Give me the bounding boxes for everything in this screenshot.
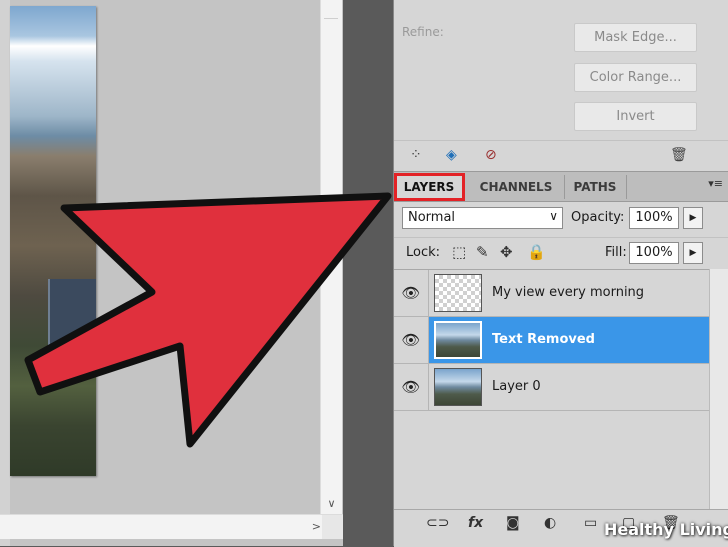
fill-slider-button[interactable]: ▶ bbox=[683, 242, 703, 264]
opacity-slider-button[interactable]: ▶ bbox=[683, 207, 703, 229]
lock-transparency-icon[interactable]: ⬚ bbox=[452, 243, 466, 261]
layer-row[interactable]: 👁 Layer 0 bbox=[394, 364, 709, 411]
masks-footer: ⁘ ◈ ⊘ 🗑 bbox=[394, 140, 728, 172]
eye-icon[interactable]: 👁 bbox=[394, 270, 429, 316]
disable-mask-icon[interactable]: ⊘ bbox=[485, 147, 497, 163]
layer-list-scrollbar[interactable] bbox=[709, 269, 728, 509]
lock-pixels-icon[interactable]: ✎ bbox=[476, 243, 489, 261]
watermark-logo: Healthy Living bbox=[604, 520, 728, 539]
lock-all-icon[interactable]: 🔒 bbox=[527, 243, 546, 261]
blend-mode-select[interactable]: Normal ∨ bbox=[402, 207, 563, 229]
lock-label: Lock: bbox=[406, 245, 441, 260]
layer-thumbnail bbox=[434, 321, 482, 359]
tab-paths[interactable]: PATHS bbox=[564, 175, 627, 199]
apply-mask-icon[interactable]: ◈ bbox=[446, 147, 457, 163]
horizontal-scrollbar[interactable]: > bbox=[0, 514, 343, 539]
canvas-area[interactable]: ∨ > bbox=[0, 0, 343, 546]
layer-name: Text Removed bbox=[492, 332, 595, 347]
fx-icon[interactable]: fx bbox=[468, 515, 483, 531]
eye-icon[interactable]: 👁 bbox=[394, 317, 429, 363]
link-icon[interactable]: ⊂⊃ bbox=[426, 515, 449, 531]
refine-label: Refine: bbox=[402, 25, 444, 39]
document-edge bbox=[0, 0, 10, 546]
opacity-label: Opacity: bbox=[571, 210, 625, 225]
building bbox=[48, 279, 96, 349]
lock-position-icon[interactable]: ✥ bbox=[500, 243, 513, 261]
layer-row[interactable]: 👁 My view every morning bbox=[394, 270, 709, 317]
scroll-down-icon[interactable]: ∨ bbox=[321, 497, 342, 510]
layer-name: My view every morning bbox=[492, 285, 645, 300]
eye-icon[interactable]: 👁 bbox=[394, 364, 429, 410]
tab-layers[interactable]: LAYERS bbox=[394, 173, 465, 201]
layer-thumbnail bbox=[434, 274, 482, 312]
chevron-down-icon: ∨ bbox=[549, 209, 558, 223]
blend-mode-value: Normal bbox=[408, 210, 456, 225]
invert-button[interactable]: Invert bbox=[574, 102, 697, 131]
scrollbar-corner bbox=[322, 515, 343, 539]
panel-menu-icon[interactable]: ▾≡ bbox=[708, 177, 723, 190]
mask-icon[interactable]: ◙ bbox=[506, 515, 520, 531]
fill-field[interactable]: 100% bbox=[629, 242, 679, 264]
scroll-right-icon[interactable]: > bbox=[312, 520, 321, 533]
city-photo[interactable] bbox=[10, 6, 96, 476]
trash-icon[interactable]: 🗑 bbox=[670, 147, 688, 163]
vertical-scrollbar[interactable]: ∨ bbox=[320, 0, 342, 514]
lock-row: Lock: ⬚ ✎ ✥ 🔒 Fill: 100% ▶ bbox=[394, 237, 728, 268]
mask-edge-button[interactable]: Mask Edge... bbox=[574, 23, 697, 52]
color-range-button[interactable]: Color Range... bbox=[574, 63, 697, 92]
panel-dock: Refine: Mask Edge... Color Range... Inve… bbox=[393, 0, 728, 547]
scrollbar-thumb[interactable] bbox=[324, 2, 338, 19]
opacity-field[interactable]: 100% bbox=[629, 207, 679, 229]
folder-icon[interactable]: ▭ bbox=[584, 515, 597, 531]
masks-panel: Refine: Mask Edge... Color Range... Inve… bbox=[394, 0, 728, 171]
layer-thumbnail bbox=[434, 368, 482, 406]
layer-name: Layer 0 bbox=[492, 379, 541, 394]
blend-row: Normal ∨ Opacity: 100% ▶ bbox=[394, 203, 728, 233]
layer-list: 👁 My view every morning 👁 Text Removed 👁… bbox=[394, 269, 709, 510]
tab-channels[interactable]: CHANNELS bbox=[468, 175, 565, 199]
layers-panel: LAYERS CHANNELS PATHS ▾≡ Normal ∨ Opacit… bbox=[394, 171, 728, 547]
adjustment-icon[interactable]: ◐ bbox=[544, 515, 556, 531]
layer-row-selected[interactable]: 👁 Text Removed bbox=[394, 317, 709, 364]
panel-tabbar: LAYERS CHANNELS PATHS ▾≡ bbox=[394, 171, 728, 202]
load-selection-icon[interactable]: ⁘ bbox=[410, 147, 422, 163]
fill-label: Fill: bbox=[605, 245, 627, 260]
